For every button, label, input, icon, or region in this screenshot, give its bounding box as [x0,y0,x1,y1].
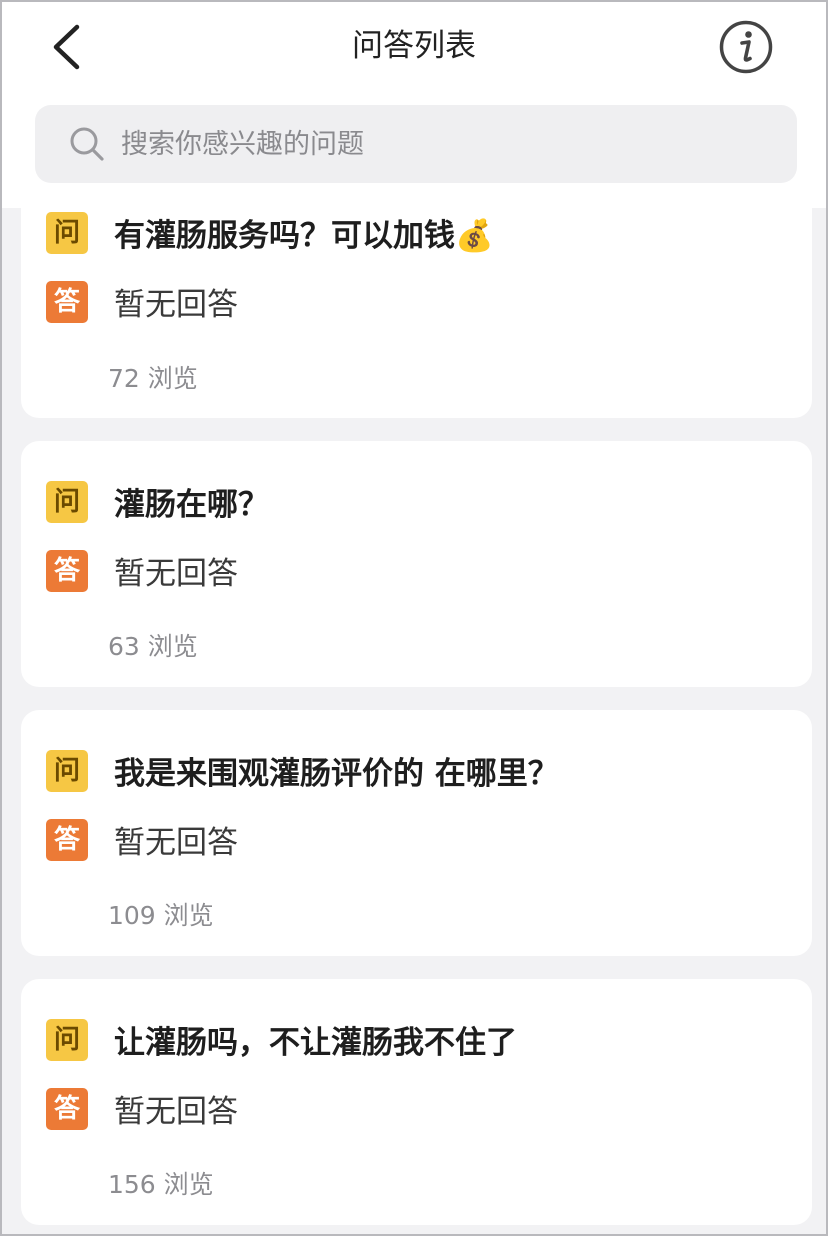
question-text[interactable]: 让灌肠吗，不让灌肠我不住了 [114,1017,517,1062]
search-input[interactable] [121,128,741,160]
question-badge: 问 [46,211,88,254]
view-count: 72 浏览 [108,364,198,393]
question-card[interactable]: 问 我是来围观灌肠评价的 在哪里？ 答 暂无回答 109 浏览 [21,710,812,956]
question-text[interactable]: 我是来围观灌肠评价的 在哪里？ [114,748,559,793]
answer-badge: 答 [46,1087,88,1130]
view-count: 109 浏览 [108,901,214,930]
answer-text: 暂无回答 [114,825,238,861]
answer-row: 答 暂无回答 [46,548,238,593]
answer-text: 暂无回答 [114,556,238,592]
question-card[interactable]: 问 灌肠在哪？ 答 暂无回答 63 浏览 [21,441,812,687]
answer-row: 答 暂无回答 [46,1086,238,1131]
search-icon [70,127,104,161]
top-bar: 问答列表 [2,2,826,208]
question-card[interactable]: 问 有灌肠服务吗？可以加钱💰 答 暂无回答 72 浏览 [21,172,812,418]
question-badge: 问 [46,480,88,523]
answer-badge: 答 [46,549,88,592]
question-text[interactable]: 灌肠在哪？ [114,479,269,524]
question-row: 问 有灌肠服务吗？可以加钱💰 [46,210,494,255]
view-count: 156 浏览 [108,1170,214,1199]
info-button[interactable] [718,19,774,75]
view-count: 63 浏览 [108,632,198,661]
question-row: 问 灌肠在哪？ [46,479,269,524]
answer-row: 答 暂无回答 [46,817,238,862]
search-bar[interactable] [35,105,797,183]
answer-text: 暂无回答 [114,1094,238,1130]
question-row: 问 我是来围观灌肠评价的 在哪里？ [46,748,559,793]
answer-badge: 答 [46,280,88,323]
page-title: 问答列表 [352,28,476,64]
question-badge: 问 [46,1018,88,1061]
question-card[interactable]: 问 让灌肠吗，不让灌肠我不住了 答 暂无回答 156 浏览 [21,979,812,1225]
answer-badge: 答 [46,818,88,861]
question-text[interactable]: 有灌肠服务吗？可以加钱💰 [114,210,494,255]
qa-list-screen: 问 有灌肠服务吗？可以加钱💰 答 暂无回答 72 浏览 问 灌肠在哪？ 答 暂无… [0,0,828,1236]
answer-text: 暂无回答 [114,287,238,323]
info-icon [719,20,773,74]
question-row: 问 让灌肠吗，不让灌肠我不住了 [46,1017,517,1062]
answer-row: 答 暂无回答 [46,279,238,324]
question-badge: 问 [46,749,88,792]
